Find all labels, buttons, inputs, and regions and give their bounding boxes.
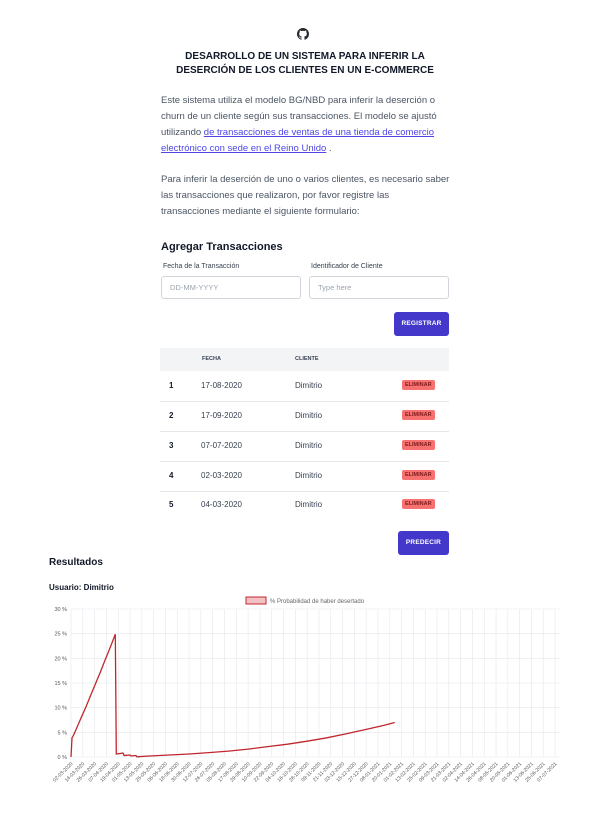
y-tick-label: 30 %	[54, 607, 67, 613]
y-tick-label: 0 %	[58, 755, 68, 761]
table-row: 3 07-07-2020 Dimitrio ELIMINAR	[160, 432, 449, 462]
row-client: Dimitrio	[295, 471, 323, 480]
intro-line: Este sistema utiliza el modelo BG/NBD pa…	[161, 95, 436, 106]
legend-label: % Probabilidad de haber desertado	[270, 599, 365, 605]
intro-paragraph: Este sistema utiliza el modelo BG/NBD pa…	[161, 93, 456, 157]
row-date: 17-08-2020	[201, 381, 242, 390]
header-cliente: CLIENTE	[295, 356, 319, 362]
github-icon[interactable]	[297, 28, 309, 40]
instructions-line: las transacciones que realizaron, por fa…	[161, 190, 390, 201]
row-date: 02-03-2020	[201, 471, 242, 480]
row-date: 17-09-2020	[201, 411, 242, 420]
row-client: Dimitrio	[295, 441, 323, 450]
instructions-line: Para inferir la deserción de uno o vario…	[161, 174, 450, 185]
row-number: 2	[169, 411, 174, 420]
predict-button[interactable]: PREDECIR	[398, 531, 449, 555]
row-client: Dimitrio	[295, 500, 323, 509]
row-client: Dimitrio	[295, 381, 323, 390]
series-line	[70, 633, 395, 758]
client-label: Identificador de Cliente	[311, 263, 383, 270]
y-tick-label: 20 %	[54, 656, 67, 662]
delete-button[interactable]: ELIMINAR	[402, 410, 435, 420]
y-tick-label: 25 %	[54, 632, 67, 638]
table-row: 2 17-09-2020 Dimitrio ELIMINAR	[160, 402, 449, 432]
legend-swatch	[245, 596, 267, 605]
row-date: 07-07-2020	[201, 441, 242, 450]
delete-button[interactable]: ELIMINAR	[402, 440, 435, 450]
intro-line: churn de un cliente según sus transaccio…	[161, 111, 437, 122]
title-line-1: DESARROLLO DE UN SISTEMA PARA INFERIR LA	[185, 51, 425, 62]
y-tick-label: 10 %	[54, 706, 67, 712]
date-label: Fecha de la Transacción	[163, 263, 240, 270]
intro-line: utilizando	[161, 127, 204, 138]
results-heading: Resultados	[49, 557, 103, 568]
probability-chart: 0 %5 %10 %15 %20 %25 %30 %02-03-202014-0…	[52, 596, 560, 784]
table-row: 4 02-03-2020 Dimitrio ELIMINAR	[160, 462, 449, 492]
intro-suffix: .	[326, 143, 332, 154]
page-title: DESARROLLO DE UN SISTEMA PARA INFERIR LA…	[160, 50, 450, 78]
client-input[interactable]: Type here	[309, 276, 449, 299]
table-header: FECHA CLIENTE	[160, 348, 449, 371]
row-number: 4	[169, 471, 174, 480]
delete-button[interactable]: ELIMINAR	[402, 499, 435, 509]
register-button[interactable]: REGISTRAR	[394, 312, 449, 336]
instructions-paragraph: Para inferir la deserción de uno o vario…	[161, 172, 456, 220]
table-row: 1 17-08-2020 Dimitrio ELIMINAR	[160, 372, 449, 402]
date-input[interactable]: DD-MM-YYYY	[161, 276, 301, 299]
row-number: 5	[169, 500, 174, 509]
row-date: 04-03-2020	[201, 500, 242, 509]
dataset-link-continued[interactable]: electrónico con sede en el Reino Unido	[161, 143, 326, 154]
dataset-link[interactable]: de transacciones de ventas de una tienda…	[204, 127, 434, 138]
delete-button[interactable]: ELIMINAR	[402, 380, 435, 390]
header-fecha: FECHA	[202, 356, 221, 362]
table-row: 5 04-03-2020 Dimitrio ELIMINAR	[160, 491, 449, 520]
title-line-2: DESERCIÓN DE LOS CLIENTES EN UN E-COMMER…	[176, 65, 434, 76]
form-heading: Agregar Transacciones	[161, 241, 283, 253]
delete-button[interactable]: ELIMINAR	[402, 470, 435, 480]
y-tick-label: 5 %	[58, 730, 68, 736]
instructions-line: transacciones mediante el siguiente form…	[161, 206, 360, 217]
y-tick-label: 15 %	[54, 681, 67, 687]
row-number: 1	[169, 381, 174, 390]
row-number: 3	[169, 441, 174, 450]
row-client: Dimitrio	[295, 411, 323, 420]
